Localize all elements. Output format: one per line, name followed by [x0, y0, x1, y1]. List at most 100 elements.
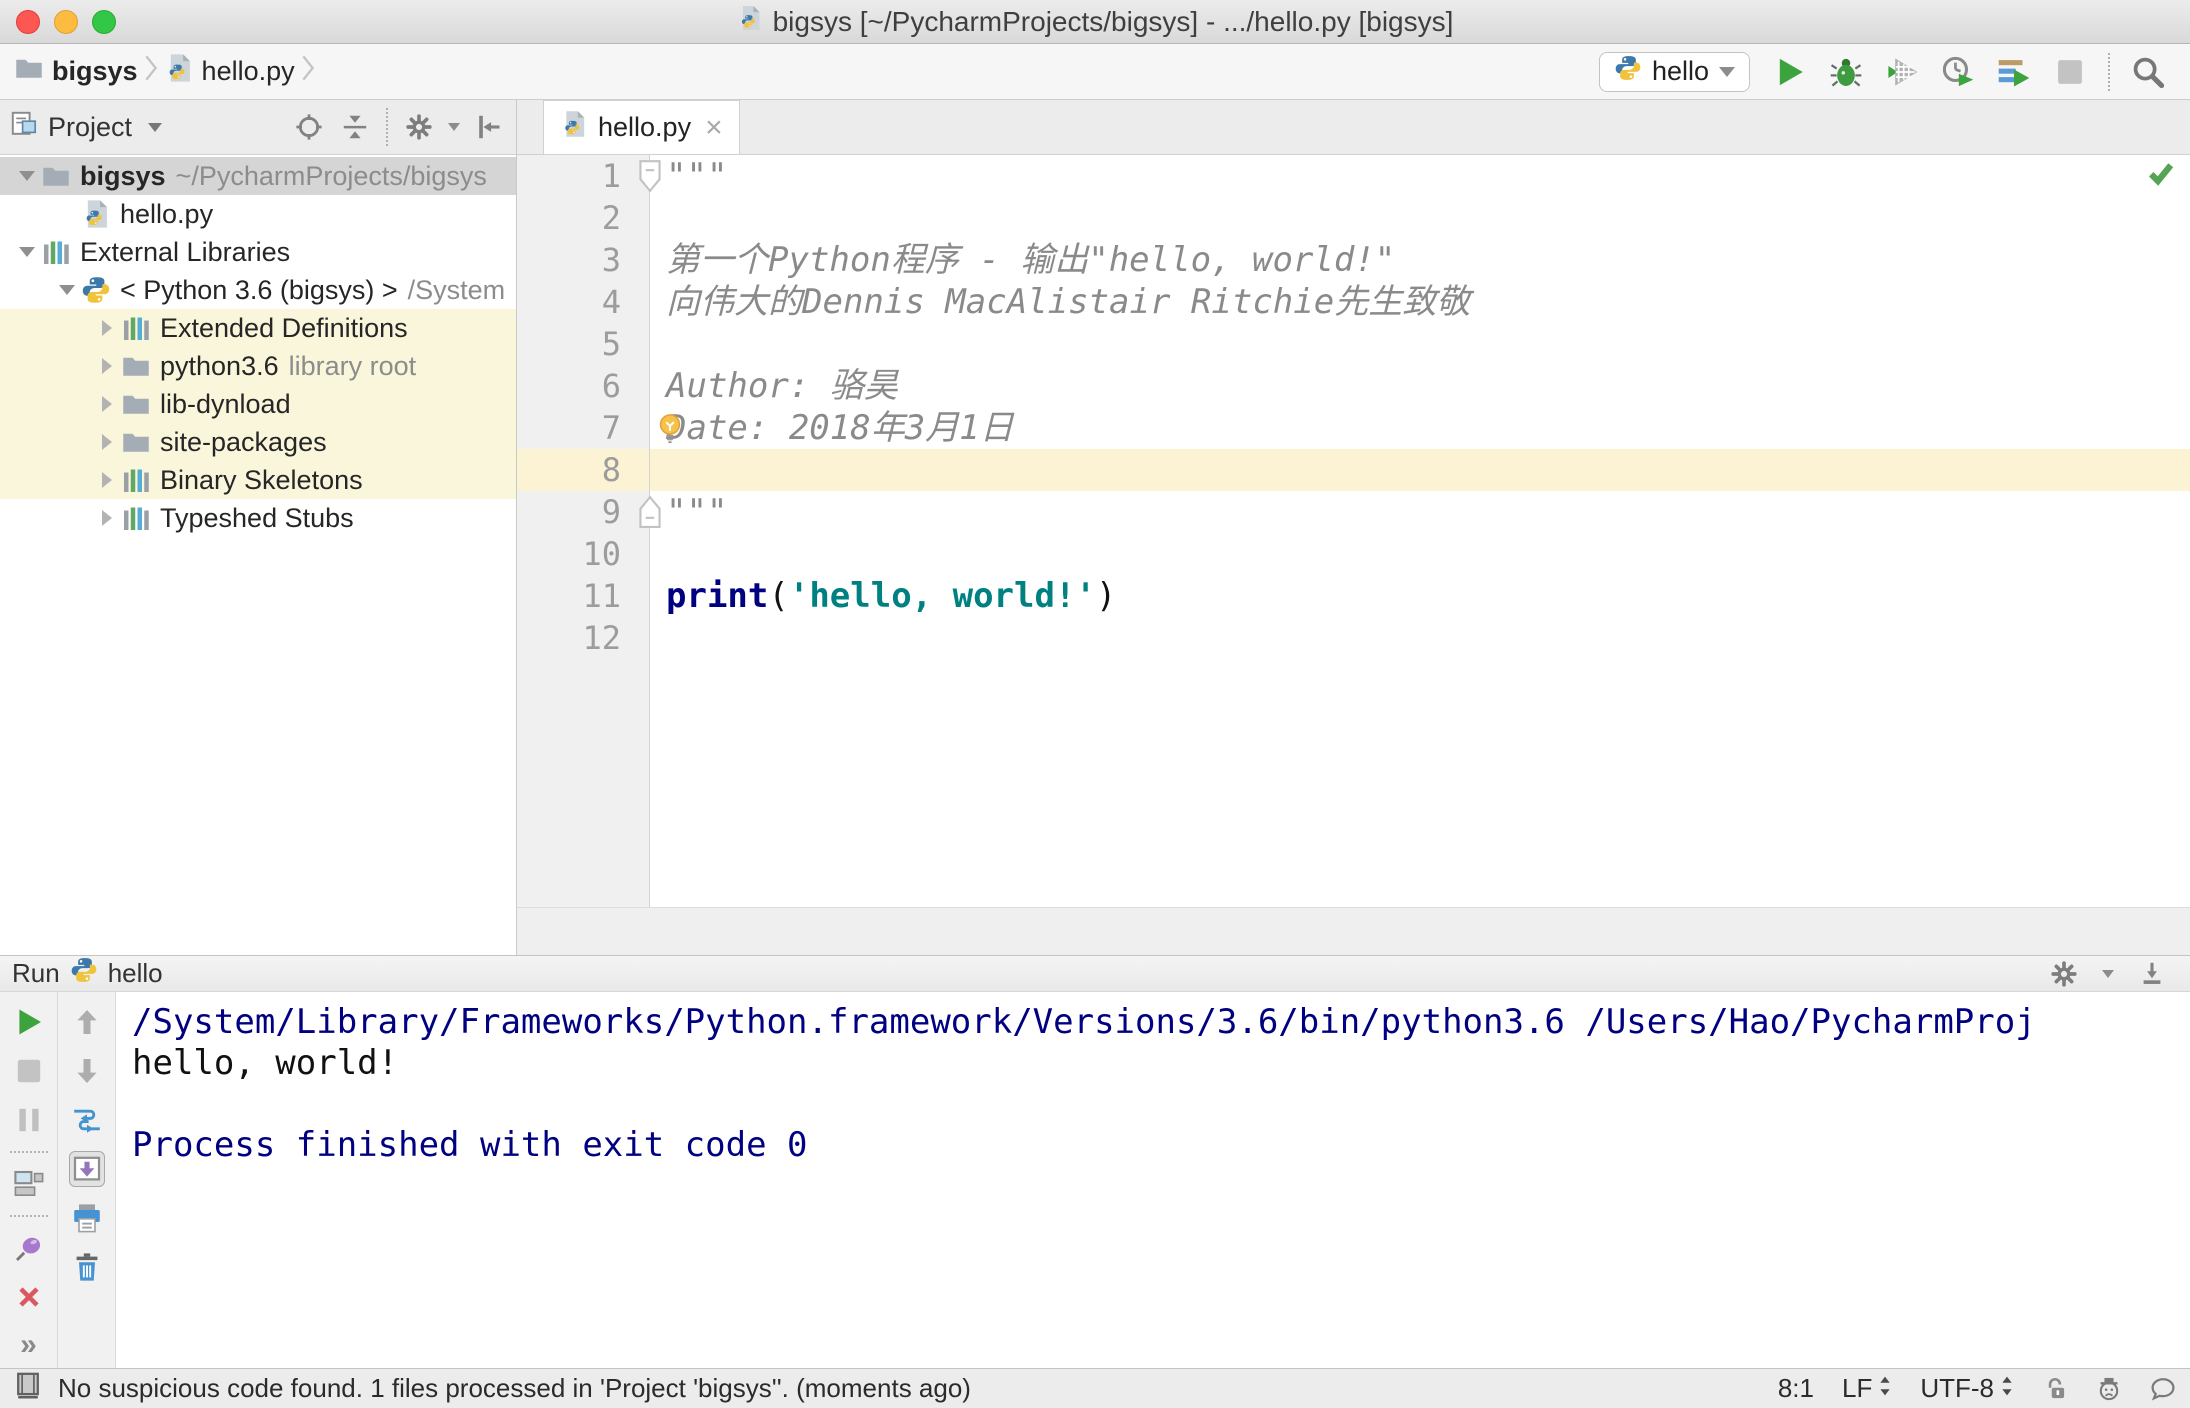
updown-arrows-icon — [1878, 1373, 1892, 1404]
run-button[interactable] — [1770, 52, 1810, 92]
fold-start-icon[interactable] — [637, 159, 663, 193]
profile-button[interactable] — [1938, 52, 1978, 92]
feedback-bubble-icon[interactable] — [2150, 1376, 2176, 1402]
editor-line-11[interactable]: 11 print('hello, world!') — [517, 575, 2190, 617]
debug-button[interactable] — [1826, 52, 1866, 92]
run-configuration-select[interactable]: hello — [1598, 51, 1750, 92]
settings-button[interactable] — [2044, 954, 2084, 994]
editor-line-1[interactable]: 1 """ — [517, 155, 2190, 197]
editor-line-2[interactable]: 2 — [517, 197, 2190, 239]
tree-row-hello-py[interactable]: hello.py — [0, 195, 516, 233]
editor-line-6[interactable]: 6 Author: 骆昊 — [517, 365, 2190, 407]
inspection-status-icon[interactable] — [2146, 157, 2180, 191]
expander-closed-icon[interactable] — [94, 320, 120, 336]
search-everywhere-button[interactable] — [2128, 52, 2168, 92]
line-number[interactable]: 3 — [517, 239, 650, 281]
editor-line-3[interactable]: 3 第一个Python程序 - 输出"hello, world!" — [517, 239, 2190, 281]
run-with-coverage-button[interactable] — [1882, 52, 1922, 92]
expander-closed-icon[interactable] — [94, 510, 120, 526]
line-number[interactable]: 11 — [517, 575, 650, 617]
tree-row-external-libraries[interactable]: External Libraries — [0, 233, 516, 271]
scroll-to-end-button[interactable] — [68, 1151, 105, 1187]
unlock-icon[interactable] — [2042, 1376, 2068, 1402]
tree-row-python-3-6-bigsys[interactable]: < Python 3.6 (bigsys) > /System — [0, 271, 516, 309]
tree-row-lib-dynload[interactable]: lib-dynload — [0, 385, 516, 423]
rerun-button[interactable] — [11, 1004, 47, 1040]
editor-line-4[interactable]: 4 向伟大的Dennis MacAlistair Ritchie先生致敬 — [517, 281, 2190, 323]
editor-line-12[interactable]: 12 — [517, 617, 2190, 659]
close-button[interactable] — [11, 1279, 47, 1315]
editor-column: hello.py × 1 """ 2 3 第一个Python程序 - 输出"hello… — [517, 100, 2190, 955]
up-stack-trace-button[interactable] — [69, 1004, 105, 1040]
soft-wrap-button[interactable] — [69, 1102, 105, 1138]
more-actions-button[interactable]: » — [20, 1328, 37, 1362]
tree-row-python3-6[interactable]: python3.6 library root — [0, 347, 516, 385]
hector-inspector-icon[interactable] — [2096, 1376, 2122, 1402]
minimize-window-button[interactable] — [54, 10, 78, 34]
print-button[interactable] — [69, 1200, 105, 1236]
restore-layout-button[interactable] — [11, 1166, 47, 1202]
code-editor[interactable]: 1 """ 2 3 第一个Python程序 - 输出"hello, world!" 4 向… — [517, 155, 2190, 907]
zoom-window-button[interactable] — [92, 10, 116, 34]
expander-closed-icon[interactable] — [94, 472, 120, 488]
line-separator-widget[interactable]: LF — [1842, 1373, 1892, 1404]
tree-row-bigsys[interactable]: bigsys ~/PycharmProjects/bigsys — [0, 157, 516, 195]
editor-line-9[interactable]: 9 """ — [517, 491, 2190, 533]
fold-end-icon[interactable] — [637, 495, 663, 529]
line-number[interactable]: 9 — [517, 491, 650, 533]
stop-button[interactable] — [2050, 52, 2090, 92]
breadcrumb-item-bigsys[interactable]: bigsys — [14, 53, 138, 90]
settings-button[interactable] — [402, 110, 436, 144]
clear-all-button[interactable] — [69, 1249, 105, 1285]
editor-horizontal-scrollbar[interactable] — [517, 907, 2190, 955]
expander-open-icon[interactable] — [14, 171, 40, 181]
line-number[interactable]: 8 — [517, 449, 650, 491]
breadcrumb-item-hello-py[interactable]: hello.py — [164, 53, 295, 90]
run-panel-header: Run hello — [0, 956, 2190, 992]
line-number[interactable]: 10 — [517, 533, 650, 575]
tree-row-typeshed-stubs[interactable]: Typeshed Stubs — [0, 499, 516, 537]
editor-line-7[interactable]: 7 Date: 2018年3月1日 — [517, 407, 2190, 449]
python-icon — [80, 275, 112, 305]
breadcrumb: bigsys hello.py — [14, 53, 315, 90]
project-panel-title[interactable]: Project — [48, 112, 132, 143]
tree-row-extended-definitions[interactable]: Extended Definitions — [0, 309, 516, 347]
expander-closed-icon[interactable] — [94, 358, 120, 374]
editor-line-10[interactable]: 10 — [517, 533, 2190, 575]
line-number[interactable]: 5 — [517, 323, 650, 365]
editor-empty-area[interactable] — [517, 659, 2190, 907]
tree-row-site-packages[interactable]: site-packages — [0, 423, 516, 461]
expander-open-icon[interactable] — [54, 285, 80, 295]
editor-line-5[interactable]: 5 — [517, 323, 2190, 365]
tree-row-binary-skeletons[interactable]: Binary Skeletons — [0, 461, 516, 499]
expander-closed-icon[interactable] — [94, 434, 120, 450]
editor-line-8[interactable]: 8 — [517, 449, 2190, 491]
expander-closed-icon[interactable] — [94, 396, 120, 412]
tool-window-bars-icon[interactable] — [14, 1371, 42, 1406]
locate-button[interactable] — [292, 110, 326, 144]
line-number[interactable]: 6 — [517, 365, 650, 407]
line-number[interactable]: 2 — [517, 197, 650, 239]
collapse-all-button[interactable] — [338, 110, 372, 144]
down-stack-trace-button[interactable] — [69, 1053, 105, 1089]
encoding-widget[interactable]: UTF-8 — [1920, 1373, 2014, 1404]
run-tool-window: Run hello » /System/Library/Frameworks/P… — [0, 955, 2190, 1368]
tree-item-label: External Libraries — [80, 236, 291, 267]
close-tab-icon[interactable]: × — [705, 112, 723, 143]
concurrency-diagram-button[interactable] — [1994, 52, 2034, 92]
close-window-button[interactable] — [16, 10, 40, 34]
chevron-down-icon[interactable] — [148, 122, 163, 132]
line-number[interactable]: 12 — [517, 617, 650, 659]
hide-panel-button[interactable] — [472, 110, 506, 144]
expander-open-icon[interactable] — [14, 247, 40, 257]
run-panel-config-label[interactable]: hello — [108, 958, 163, 989]
intention-bulb-icon[interactable] — [655, 411, 685, 447]
tab-hello-py[interactable]: hello.py × — [543, 100, 740, 154]
line-number[interactable]: 4 — [517, 281, 650, 323]
line-number[interactable]: 7 — [517, 407, 650, 449]
caret-position-widget[interactable]: 8:1 — [1778, 1373, 1814, 1404]
hide-panel-down-button[interactable] — [2132, 954, 2172, 994]
line-number[interactable]: 1 — [517, 155, 650, 197]
pin-button[interactable] — [11, 1230, 47, 1266]
run-console[interactable]: /System/Library/Frameworks/Python.framew… — [116, 992, 2190, 1368]
